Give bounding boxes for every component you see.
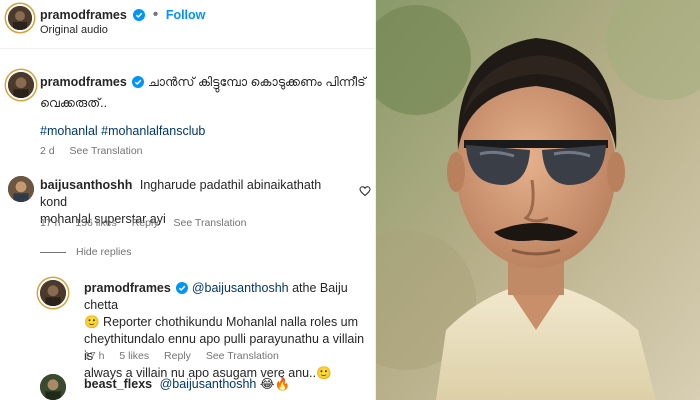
audio-label[interactable]: Original audio [40, 24, 108, 36]
hide-replies-toggle[interactable]: Hide replies [40, 246, 131, 258]
next-comment-username[interactable]: beast_flexs [84, 377, 152, 391]
reply-mention[interactable]: @baijusanthoshh [192, 281, 289, 295]
reply-avatar[interactable] [40, 280, 66, 306]
reply-text-line-2: 🙂 Reporter chothikundu Mohanlal nalla ro… [84, 315, 359, 329]
reply-username[interactable]: pramodframes [84, 281, 171, 295]
reply-time: 17 h [84, 350, 105, 362]
comment-time: 17 h [40, 217, 61, 229]
heart-icon[interactable] [359, 185, 371, 197]
caption-block: pramodframes ചാൻസ് കിട്ടുമ്പോ കൊടുക്കണം … [40, 74, 370, 112]
verified-badge-icon [132, 76, 145, 88]
caption-author-avatar[interactable] [8, 72, 34, 98]
instagram-panel: pramodframes • Follow Original audio pra… [0, 0, 376, 400]
comment-reply-button[interactable]: Reply [132, 217, 159, 229]
comment-likes[interactable]: 156 likes [75, 217, 116, 229]
caption-username[interactable]: pramodframes [40, 75, 127, 89]
post-author-avatar[interactable] [8, 6, 32, 30]
header-divider [0, 48, 375, 49]
caption-text-line-1: ചാൻസ് കിട്ടുമ്പോ കൊടുക്കണം പിന്നീട് [147, 75, 366, 89]
caption-meta: 2 d See Translation [40, 145, 155, 157]
caption-line-1: pramodframes ചാൻസ് കിട്ടുമ്പോ കൊടുക്കണം … [40, 74, 370, 91]
caption-see-translation[interactable]: See Translation [70, 145, 143, 157]
follow-button[interactable]: Follow [166, 8, 206, 22]
hide-replies-line [40, 251, 66, 253]
post-header: pramodframes • Follow [40, 6, 205, 24]
next-comment-mention[interactable]: @baijusanthoshh [160, 377, 257, 391]
comment-avatar[interactable] [8, 176, 34, 202]
next-comment-line: beast_flexs @baijusanthoshh 😂🔥 [84, 376, 290, 393]
reply-see-translation[interactable]: See Translation [206, 350, 279, 362]
verified-badge-icon [176, 282, 189, 294]
caption-text-line-2: വെക്കരുത്.. [40, 96, 108, 110]
comment-username[interactable]: baijusanthoshh [40, 178, 132, 192]
verified-badge-icon [133, 9, 146, 21]
reply-likes[interactable]: 5 likes [119, 350, 149, 362]
comment-line-1: baijusanthoshh Ingharude padathil abinai… [40, 177, 350, 211]
post-author-username[interactable]: pramodframes [40, 8, 127, 22]
next-comment-avatar[interactable] [40, 374, 66, 400]
separator-dot: • [152, 6, 159, 23]
reply-meta: 17 h 5 likes Reply See Translation [84, 350, 291, 362]
comment-see-translation[interactable]: See Translation [174, 217, 247, 229]
reply-reply-button[interactable]: Reply [164, 350, 191, 362]
reply-line-1: pramodframes @baijusanthoshh athe Baiju … [84, 280, 366, 314]
caption-time: 2 d [40, 145, 55, 157]
next-comment-emojis: 😂🔥 [259, 377, 291, 391]
hide-replies-label: Hide replies [76, 246, 132, 258]
comment-meta: 17 h 156 likes Reply See Translation [40, 217, 258, 229]
portrait-photo [376, 0, 700, 400]
portrait-illustration [376, 0, 700, 400]
reply-block: pramodframes @baijusanthoshh athe Baiju … [84, 280, 366, 382]
caption-hashtags[interactable]: #mohanlal #mohanlalfansclub [40, 124, 205, 138]
